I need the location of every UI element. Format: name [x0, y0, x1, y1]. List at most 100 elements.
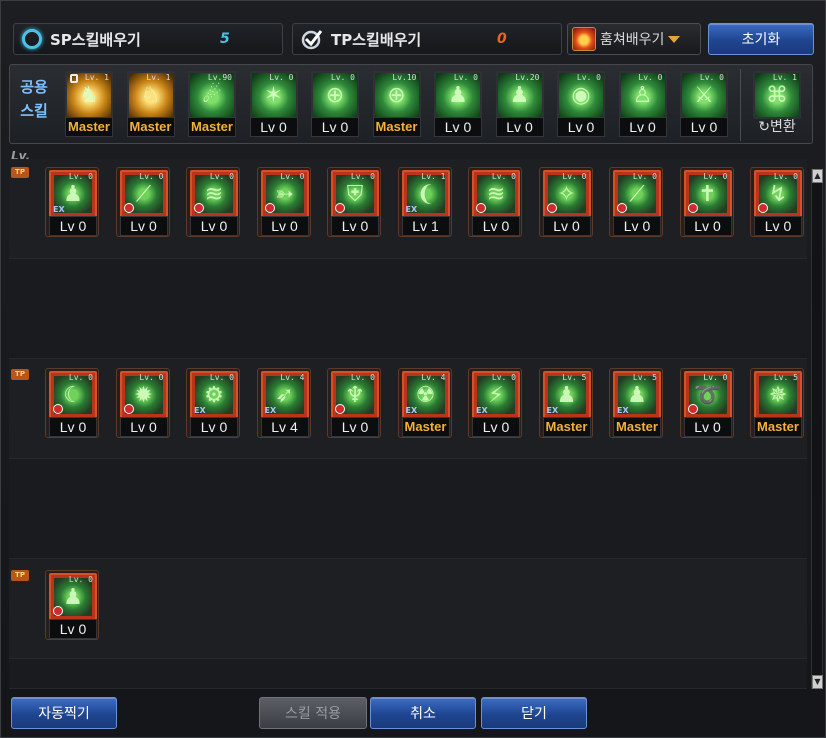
skill-slot[interactable]: Lv.10 ⊕ Master [370, 69, 424, 139]
scroll-up-arrow-icon[interactable]: ▲ [812, 169, 823, 183]
ex-badge-icon: EX [264, 406, 277, 415]
skill-icon: Lv. 0 ≋ [190, 170, 238, 218]
tp-badge-icon [264, 203, 275, 213]
skill-slot[interactable]: Lv. 4 ➶ EX Lv 4 [256, 368, 311, 438]
skill-slot[interactable]: Lv. 0 ⊕ Lv 0 [308, 69, 362, 139]
ex-badge-icon: EX [546, 406, 559, 415]
skill-icon: Lv. 0 ⚔ [680, 71, 728, 119]
tree-band [9, 259, 807, 359]
skill-level: Lv 0 [680, 117, 728, 137]
skill-icon: Lv. 0 ➰ [683, 371, 732, 419]
skill-slot[interactable]: Lv. 0 ⚡ EX Lv 0 [468, 368, 522, 438]
common-skills-panel: 공용 스킬 Lv. 1 ♞ Master Lv. 1 ♘ Master Lv.90 ☄ Mast… [9, 64, 813, 144]
steal-learn-dropdown[interactable]: 훔쳐배우기 [567, 23, 701, 55]
sp-label: SP스킬배우기 [50, 30, 141, 49]
skill-slot[interactable]: Lv. 0 ➰ Lv 0 [679, 368, 734, 438]
skill-level: Lv 0 [472, 216, 520, 236]
skill-slot[interactable]: Lv. 1 ❨ EX Lv 1 [397, 167, 452, 237]
skill-level: Lv 0 [260, 216, 309, 236]
skill-slot[interactable]: Lv. 0 ⟋ Lv 0 [609, 167, 663, 237]
skill-level: Lv 0 [119, 417, 168, 437]
skill-slot[interactable]: Lv. 5 ✵ Master [750, 368, 804, 438]
tp-badge-icon [123, 203, 134, 213]
skill-level: Lv 0 [683, 417, 732, 437]
skill-slot[interactable]: Lv. 0 ♟ EX Lv 0 [45, 167, 99, 237]
skill-glyph-icon: ✶ [264, 82, 283, 108]
skill-slot[interactable]: Lv. 5 ♟ EX Master [609, 368, 663, 438]
cancel-button[interactable]: 취소 [370, 697, 476, 729]
skill-level: Master [401, 417, 450, 437]
tp-check-icon [301, 28, 323, 50]
apply-skill-button[interactable]: 스킬 적용 [259, 697, 367, 729]
sp-value: 5 [220, 31, 230, 47]
skill-icon: Lv. 1 ♘ [126, 71, 175, 119]
skill-slot[interactable]: Lv. 0 ≋ Lv 0 [468, 167, 522, 237]
skill-level: Master [754, 417, 802, 437]
skill-level: Lv 0 [557, 117, 605, 137]
skill-slot[interactable]: Lv. 0 ➳ Lv 0 [256, 167, 311, 237]
tp-badge-icon [687, 404, 698, 414]
auto-assign-button[interactable]: 자동찍기 [11, 697, 117, 729]
skill-slot[interactable]: Lv. 1 ♞ Master [62, 69, 116, 139]
skill-glyph-icon: ♙ [632, 82, 653, 108]
tp-badge-icon [194, 203, 204, 213]
skill-slot[interactable]: Lv. 0 ≋ Lv 0 [186, 167, 240, 237]
skill-slot[interactable]: Lv. 0 ☾ Lv 0 [45, 368, 99, 438]
skill-level: Lv 0 [754, 216, 802, 236]
skill-slot[interactable]: Lv. 1 ♘ Master [124, 69, 178, 139]
skill-slot[interactable]: Lv. 0 ✶ Lv 0 [247, 69, 301, 139]
ex-badge-icon: EX [405, 406, 418, 415]
reset-button[interactable]: 초기화 [708, 23, 814, 55]
skill-slot[interactable]: Lv. 0 ◉ Lv 0 [554, 69, 608, 139]
close-button[interactable]: 닫기 [481, 697, 587, 729]
skill-slot[interactable]: Lv. 0 ♙ Lv 0 [616, 69, 670, 139]
common-title-line1: 공용 [20, 78, 48, 96]
skill-level: Lv 0 [49, 619, 97, 639]
sp-ring-icon [22, 29, 42, 49]
skill-icon: Lv. 0 ⚙ EX [190, 371, 238, 419]
convert-label[interactable]: ↻변환 [753, 117, 801, 137]
skill-slot[interactable]: Lv. 0 ✹ Lv 0 [115, 368, 170, 438]
tree-band [9, 559, 807, 659]
skill-icon: Lv. 0 ♆ [331, 371, 379, 419]
skill-slot[interactable]: Lv.20 ♟ Lv 0 [493, 69, 547, 139]
skill-slot[interactable]: Lv. 0 ♆ Lv 0 [327, 368, 381, 438]
skill-slot[interactable]: Lv. 0 ♟ Lv 0 [45, 570, 99, 640]
skill-slot[interactable]: Lv. 0 ⟋ Lv 0 [115, 167, 170, 237]
scrollbar[interactable] [811, 169, 823, 689]
skill-slot[interactable]: Lv. 0 ✝ Lv 0 [679, 167, 734, 237]
tp-label: TP스킬배우기 [331, 30, 422, 49]
skill-slot[interactable]: Lv. 0 ⚔ Lv 0 [677, 69, 731, 139]
skill-slot[interactable]: Lv. 0 ↯ Lv 0 [750, 167, 804, 237]
skill-icon: Lv. 4 ➶ EX [260, 371, 309, 419]
tp-mark: TP [11, 167, 29, 178]
skill-icon: Lv. 1 ♞ [65, 71, 113, 119]
skill-icon: Lv. 5 ✵ [754, 371, 802, 419]
skill-glyph-icon: ☄ [202, 82, 222, 108]
skill-glyph-icon: ⚔ [694, 82, 714, 108]
skill-slot[interactable]: Lv.90 ☄ Master [185, 69, 239, 139]
skill-icon: Lv. 4 ☢ EX [401, 371, 450, 419]
tp-mark: TP [11, 570, 29, 581]
skill-level: Lv 0 [683, 216, 732, 236]
skill-icon: Lv.90 ☄ [188, 71, 236, 119]
skill-level: Lv 0 [119, 216, 168, 236]
tp-mark: TP [11, 369, 29, 380]
ex-badge-icon: EX [194, 406, 206, 415]
skill-slot[interactable]: Lv. 4 ☢ EX Master [397, 368, 452, 438]
skill-icon: Lv. 1 ❨ EX [401, 170, 450, 218]
skill-slot[interactable]: Lv. 0 ⛨ Lv 0 [327, 167, 381, 237]
skill-slot[interactable]: Lv. 0 ♟ Lv 0 [431, 69, 485, 139]
convert-text: 변환 [769, 118, 796, 134]
sp-points-box: SP스킬배우기 5 [13, 23, 283, 55]
skill-slot[interactable]: Lv. 0 ⚙ EX Lv 0 [186, 368, 240, 438]
skill-level: Lv 0 [434, 117, 482, 137]
skill-icon: Lv. 0 ⟋ [613, 170, 661, 218]
refresh-icon: ↻ [758, 118, 770, 134]
scroll-down-arrow-icon[interactable]: ▼ [812, 675, 823, 689]
skill-icon: Lv. 0 ≋ [472, 170, 520, 218]
skill-slot[interactable]: Lv. 5 ♟ EX Master [538, 368, 593, 438]
convert-skill-slot[interactable]: Lv. 1 ⌘ ↻변환 [750, 69, 804, 139]
skill-slot[interactable]: Lv. 0 ✧ Lv 0 [538, 167, 593, 237]
steal-learn-label: 훔쳐배우기 [600, 32, 665, 48]
